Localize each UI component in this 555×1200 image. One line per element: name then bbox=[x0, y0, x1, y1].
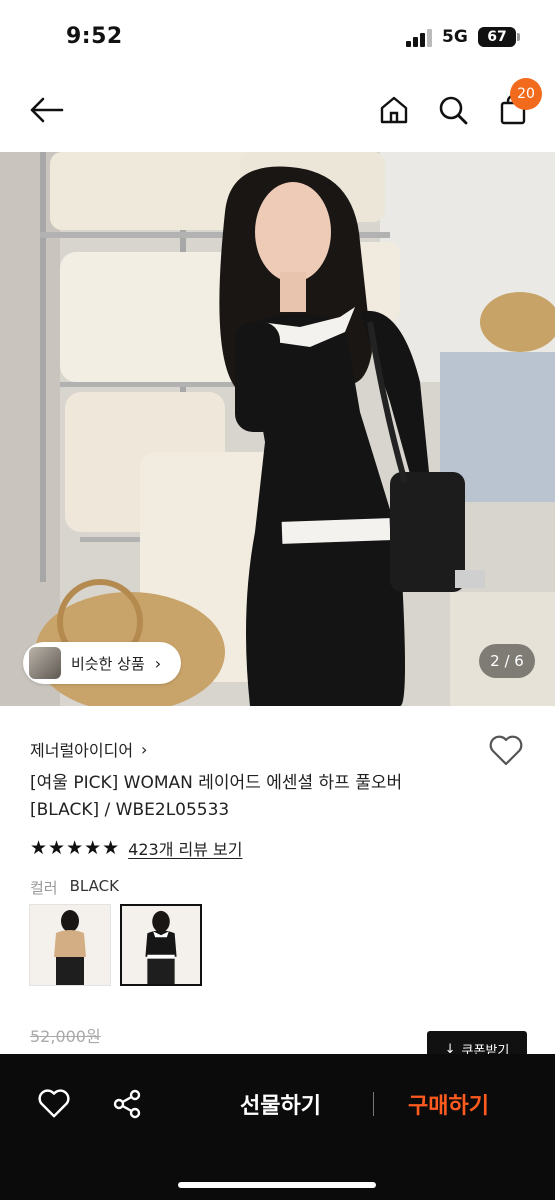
cart-count-badge: 20 bbox=[510, 78, 542, 110]
arrow-left-icon bbox=[30, 97, 64, 123]
similar-products-label: 비슷한 상품 bbox=[71, 654, 145, 673]
buy-button[interactable]: 구매하기 bbox=[408, 1088, 489, 1120]
star-rating: ★★★★★ bbox=[30, 837, 121, 859]
search-icon bbox=[439, 96, 468, 125]
brand-link[interactable]: 제너럴아이디어 › bbox=[30, 737, 147, 761]
signal-icon bbox=[406, 29, 434, 47]
chevron-right-icon: › bbox=[154, 653, 162, 673]
network-type: 5G bbox=[442, 27, 468, 47]
product-title: [여울 PICK] WOMAN 레이어드 에센셜 하프 풀오버 [BLACK] … bbox=[30, 773, 403, 820]
bottom-action-bar: 선물하기 구매하기 bbox=[0, 1054, 555, 1200]
color-row: 컬러 BLACK bbox=[30, 877, 119, 898]
app-header bbox=[0, 78, 555, 142]
original-price: 52,000원 bbox=[30, 1027, 101, 1046]
color-swatch-black[interactable] bbox=[120, 904, 202, 986]
battery-cap bbox=[517, 33, 520, 41]
heart-outline-icon bbox=[38, 1089, 70, 1118]
bottom-wishlist-button[interactable] bbox=[34, 1084, 74, 1124]
wishlist-button[interactable] bbox=[488, 735, 524, 769]
review-link[interactable]: 423개 리뷰 보기 bbox=[128, 836, 242, 860]
back-button[interactable] bbox=[26, 90, 66, 130]
product-image-gallery[interactable]: 비슷한 상품 › 2 / 6 bbox=[0, 152, 555, 706]
color-swatch-beige[interactable] bbox=[29, 904, 111, 986]
share-button[interactable] bbox=[107, 1084, 147, 1124]
status-time: 9:52 bbox=[66, 24, 123, 49]
swatch-photo bbox=[30, 905, 110, 985]
swatch-photo bbox=[122, 906, 200, 984]
product-photo bbox=[0, 152, 555, 706]
divider bbox=[373, 1092, 374, 1116]
battery-icon: 67 bbox=[478, 27, 516, 47]
home-indicator bbox=[178, 1182, 376, 1188]
home-button[interactable] bbox=[374, 90, 414, 130]
color-value: BLACK bbox=[69, 877, 119, 895]
home-icon bbox=[380, 96, 408, 124]
heart-outline-icon bbox=[489, 735, 523, 766]
status-bar: 9:52 5G 67 bbox=[0, 0, 555, 72]
similar-thumbnail bbox=[29, 647, 61, 679]
rating-row: ★★★★★ 423개 리뷰 보기 bbox=[30, 836, 242, 860]
similar-products-button[interactable]: 비슷한 상품 › bbox=[23, 642, 182, 684]
chevron-right-icon: › bbox=[141, 739, 148, 759]
share-icon bbox=[113, 1089, 141, 1119]
color-label: 컬러 bbox=[30, 879, 58, 897]
brand-name: 제너럴아이디어 bbox=[30, 741, 134, 760]
search-button[interactable] bbox=[433, 90, 473, 130]
image-counter: 2 / 6 bbox=[479, 644, 535, 678]
gift-button[interactable]: 선물하기 bbox=[240, 1088, 321, 1120]
